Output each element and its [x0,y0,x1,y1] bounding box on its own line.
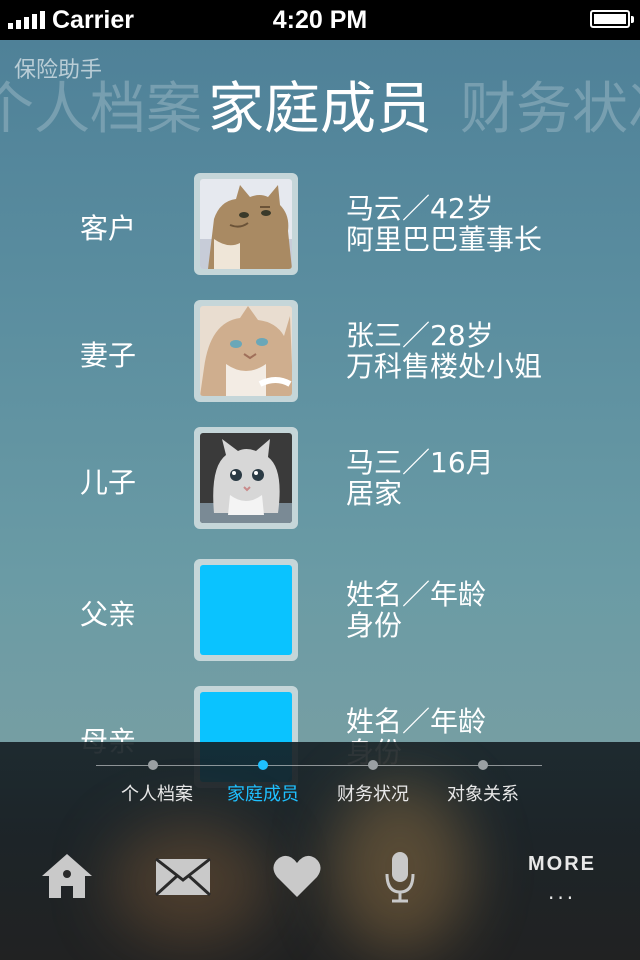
member-role: 客户 [80,212,137,245]
pager-label-relations[interactable]: 对象关系 [447,780,519,806]
member-role: 妻子 [80,339,137,372]
member-avatar[interactable] [194,427,298,529]
member-name-age: 姓名／年龄 [346,578,487,611]
member-row-client[interactable]: 客户 马云／42岁 阿里巴巴董事长 [0,173,640,275]
member-info: 马云／42岁 阿里巴巴董事长 [346,193,542,255]
kitten-photo-icon [200,433,292,523]
member-row-son[interactable]: 儿子 马三／16月 居家 [0,427,640,529]
clock: 4:20 PM [272,6,368,34]
member-identity: 居家 [346,477,403,510]
pager-dot[interactable] [148,760,158,770]
microphone-icon[interactable] [384,850,416,904]
member-identity: 万科售楼处小姐 [346,350,543,383]
member-identity: 身份 [346,609,403,642]
member-avatar-placeholder[interactable] [194,559,298,661]
pager-label-personal-profile[interactable]: 个人档案 [121,780,193,806]
more-button[interactable]: MORE [528,853,596,876]
member-identity: 阿里巴巴董事长 [346,223,543,256]
member-name-age: 姓名／年龄 [346,705,487,738]
pager-label-financial-status[interactable]: 财务状况 [337,780,409,806]
member-name-age: 马云／42岁 [346,192,494,225]
cat-photo-icon [200,306,292,396]
member-name-age: 张三／28岁 [346,319,494,352]
member-row-father[interactable]: 父亲 姓名／年龄 身份 [0,559,640,661]
battery-icon [590,10,634,28]
member-role: 父亲 [80,598,137,631]
status-bar: Carrier 4:20 PM [0,0,640,40]
pager-dot-active[interactable] [258,760,268,770]
tab-financial-status[interactable]: 财务状况 [460,72,640,148]
more-dots-icon: ... [548,880,577,904]
member-avatar[interactable] [194,173,298,275]
tab-family-members[interactable]: 家庭成员 [208,72,432,148]
cat-photo-icon [200,179,292,269]
heart-icon[interactable] [272,854,322,898]
home-icon[interactable] [40,852,94,900]
pager-dot[interactable] [478,760,488,770]
member-info: 马三／16月 居家 [346,447,494,509]
member-info: 张三／28岁 万科售楼处小姐 [346,320,542,382]
header-tabs: 个人档案 家庭成员 财务状况 [0,72,640,152]
pager-track [96,765,542,766]
tab-personal-profile[interactable]: 个人档案 [0,72,202,148]
photo-placeholder [200,565,292,655]
pager-label-family-members[interactable]: 家庭成员 [227,780,299,806]
member-row-wife[interactable]: 妻子 张三／28岁 万科售楼处小姐 [0,300,640,402]
member-name-age: 马三／16月 [346,446,494,479]
member-avatar[interactable] [194,300,298,402]
pager-dot[interactable] [368,760,378,770]
bottom-bar: 个人档案 家庭成员 财务状况 对象关系 MORE ... [0,742,640,960]
member-role: 儿子 [80,466,137,499]
member-info: 姓名／年龄 身份 [346,579,486,641]
mail-icon[interactable] [155,858,211,896]
